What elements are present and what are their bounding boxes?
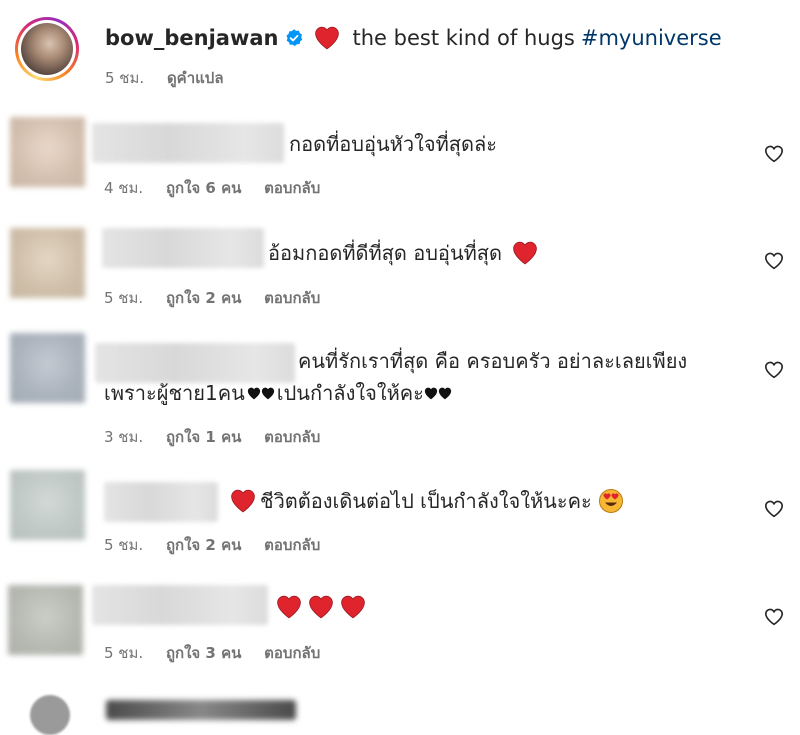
comment-text: กอดที่อบอุ่นหัวใจที่สุดล่ะ [289, 132, 497, 156]
comment-text-line2: เพราะผู้ชาย1คน [104, 381, 245, 405]
red-heart-emoji [314, 26, 340, 50]
commenter-username-blurred[interactable] [92, 585, 268, 625]
commenter-avatar[interactable] [10, 470, 85, 540]
reply-button[interactable]: ตอบกลับ [264, 428, 320, 446]
heart-eyes-emoji [598, 489, 623, 513]
commenter-avatar[interactable] [10, 117, 85, 187]
comment-time: 5 ชม. [104, 289, 144, 307]
post-caption: bow_benjawan the best kind of hugs #myun… [0, 0, 800, 110]
red-heart-emoji [308, 595, 334, 619]
reply-button[interactable]: ตอบกลับ [264, 289, 320, 307]
comment-time: 4 ชม. [104, 179, 144, 197]
red-heart-emoji [230, 489, 256, 513]
verified-badge-icon [286, 29, 303, 46]
comment-text: คนที่รักเราที่สุด คือ ครอบครัว อย่าละเลย… [298, 349, 688, 373]
commenter-username-blurred[interactable] [92, 123, 284, 163]
reply-button[interactable]: ตอบกลับ [264, 644, 320, 662]
commenter-username-blurred[interactable] [95, 343, 295, 383]
author-photo [21, 23, 73, 75]
comment-likes[interactable]: ถูกใจ 6 คน [166, 179, 241, 197]
black-heart-emoji [261, 387, 275, 400]
commenter-username-blurred[interactable] [102, 228, 264, 268]
caption-text: the best kind of hugs [352, 26, 575, 50]
author-username[interactable]: bow_benjawan [105, 26, 278, 50]
heart-outline-icon[interactable] [764, 252, 784, 270]
post-time: 5 ชม. [105, 69, 145, 87]
comment-text-line2b: เปนกำลังใจให้คะ [276, 381, 424, 405]
black-heart-emoji [424, 387, 438, 400]
comment-time: 3 ชม. [104, 428, 144, 446]
comment-likes[interactable]: ถูกใจ 1 คน [166, 428, 241, 446]
reply-button[interactable]: ตอบกลับ [264, 536, 320, 554]
black-heart-emoji [247, 387, 261, 400]
commenter-avatar[interactable] [8, 585, 83, 655]
comment-likes[interactable]: ถูกใจ 2 คน [166, 536, 241, 554]
comment-likes[interactable]: ถูกใจ 3 คน [166, 644, 241, 662]
comment-time: 5 ชม. [104, 644, 144, 662]
heart-outline-icon[interactable] [764, 361, 784, 379]
red-heart-emoji [340, 595, 366, 619]
reply-button[interactable]: ตอบกลับ [264, 179, 320, 197]
hashtag-link[interactable]: #myuniverse [581, 26, 722, 50]
comment-text-partial [106, 700, 296, 720]
commenter-avatar[interactable] [10, 228, 85, 298]
comment-text [274, 595, 368, 619]
black-heart-emoji [438, 387, 452, 400]
comment-text: ชีวิตต้องเดินต่อไป เป็นกำลังใจให้นะคะ [260, 489, 592, 513]
red-heart-emoji [512, 241, 538, 265]
commenter-avatar-partial[interactable] [30, 695, 70, 735]
commenter-avatar[interactable] [10, 333, 85, 403]
translate-link[interactable]: ดูคำแปล [167, 69, 224, 87]
comment-likes[interactable]: ถูกใจ 2 คน [166, 289, 241, 307]
comment-time: 5 ชม. [104, 536, 144, 554]
author-avatar[interactable] [15, 17, 79, 81]
comment-text: อ้อมกอดที่ดีที่สุด อบอุ่นที่สุด [268, 241, 502, 265]
heart-outline-icon[interactable] [764, 500, 784, 518]
heart-outline-icon[interactable] [764, 608, 784, 626]
heart-outline-icon[interactable] [764, 145, 784, 163]
red-heart-emoji [276, 595, 302, 619]
commenter-username-blurred[interactable] [104, 482, 218, 522]
